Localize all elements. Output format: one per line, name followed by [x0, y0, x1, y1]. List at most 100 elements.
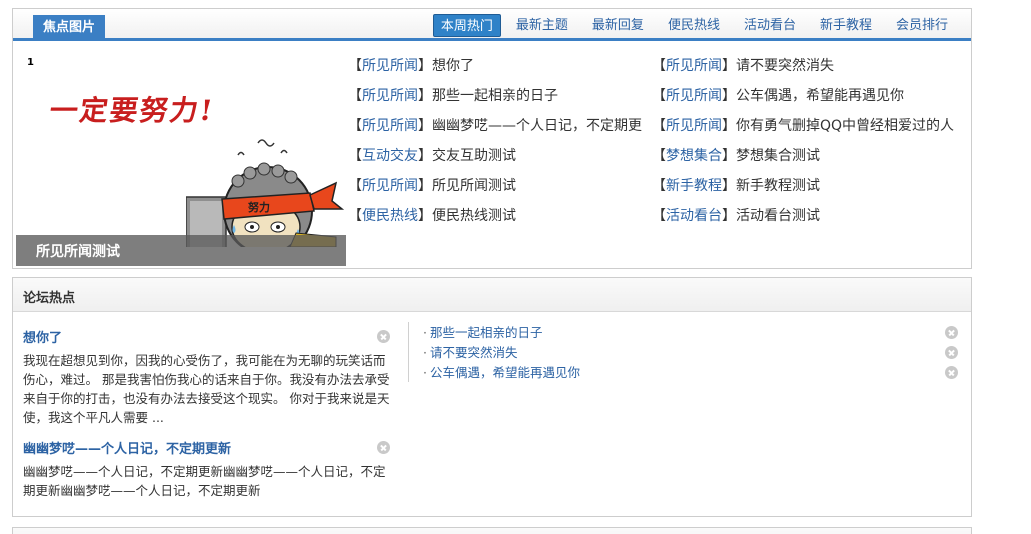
close-icon[interactable] — [377, 330, 390, 343]
bracket-open: 【 — [652, 58, 666, 74]
topic-link[interactable]: 想你了 — [432, 58, 474, 74]
bracket-close: 】 — [722, 58, 736, 74]
bracket-open: 【 — [348, 118, 362, 134]
column-divider — [408, 322, 409, 382]
tab-member-ranking[interactable]: 会员排行 — [887, 14, 957, 37]
close-icon[interactable] — [945, 366, 958, 379]
hot-article-summary: 幽幽梦呓——个人日记，不定期更新幽幽梦呓——个人日记，不定期更新幽幽梦呓——个人… — [23, 464, 386, 498]
topic-link[interactable]: 那些一起相亲的日子 — [432, 88, 558, 104]
category-link[interactable]: 所见所闻 — [666, 58, 722, 74]
category-link[interactable]: 便民热线 — [362, 208, 418, 224]
list-item: 【所见所闻】你有勇气删掉QQ中曾经相爱过的人 — [652, 116, 954, 146]
hot-link[interactable]: 那些一起相亲的日子 — [430, 325, 543, 340]
hot-article-title[interactable]: 幽幽梦呓——个人日记，不定期更新 — [23, 440, 393, 460]
close-icon[interactable] — [377, 441, 390, 454]
list-item: 【互动交友】交友互助测试 — [348, 146, 642, 176]
focus-panel: 焦点图片 本周热门 最新主题 最新回复 便民热线 活动看台 新手教程 会员排行 … — [12, 8, 972, 269]
category-link[interactable]: 所见所闻 — [666, 88, 722, 104]
list-item: · 请不要突然消失 — [423, 343, 968, 363]
slide-number[interactable]: 1 — [27, 57, 34, 68]
list-item: 【所见所闻】公车偶遇，希望能再遇见你 — [652, 86, 954, 116]
bracket-close: 】 — [722, 148, 736, 164]
forum-hot-header: 论坛热点 — [13, 278, 971, 312]
topic-link[interactable]: 交友互助测试 — [432, 148, 516, 164]
focus-list-left: 【所见所闻】想你了 【所见所闻】那些一起相亲的日子 【所见所闻】幽幽梦呓——个人… — [348, 56, 642, 236]
bracket-close: 】 — [418, 58, 432, 74]
bracket-open: 【 — [348, 88, 362, 104]
list-item: 【新手教程】新手教程测试 — [652, 176, 954, 206]
tab-tutorials[interactable]: 新手教程 — [811, 14, 881, 37]
list-item: 【所见所闻】幽幽梦呓——个人日记，不定期更 — [348, 116, 642, 146]
close-icon[interactable] — [945, 326, 958, 339]
tab-weekly-hot[interactable]: 本周热门 — [432, 14, 501, 37]
category-link[interactable]: 梦想集合 — [666, 148, 722, 164]
bracket-close: 】 — [722, 88, 736, 104]
bracket-close: 】 — [722, 178, 736, 194]
category-link[interactable]: 所见所闻 — [362, 58, 418, 74]
category-link[interactable]: 所见所闻 — [362, 88, 418, 104]
hot-link[interactable]: 公车偶遇，希望能再遇见你 — [430, 365, 580, 380]
hot-article: 幽幽梦呓——个人日记，不定期更新 幽幽梦呓——个人日记，不定期更新幽幽梦呓——个… — [23, 440, 393, 500]
list-item: 【所见所闻】那些一起相亲的日子 — [348, 86, 642, 116]
tab-events[interactable]: 活动看台 — [735, 14, 805, 37]
forum-hot-panel: 论坛热点 想你了 我现在超想见到你，因我的心受伤了，我可能在为无聊的玩笑话而伤心… — [12, 277, 972, 517]
bracket-open: 【 — [652, 118, 666, 134]
topic-link[interactable]: 新手教程测试 — [736, 178, 820, 194]
topic-link[interactable]: 便民热线测试 — [432, 208, 516, 224]
bracket-close: 】 — [418, 88, 432, 104]
hot-article-summary: 我现在超想见到你，因我的心受伤了，我可能在为无聊的玩笑话而伤心，难过。 那是我害… — [23, 353, 390, 425]
category-link[interactable]: 活动看台 — [666, 208, 722, 224]
category-link[interactable]: 所见所闻 — [666, 118, 722, 134]
topic-link[interactable]: 幽幽梦呓——个人日记，不定期更 — [432, 118, 642, 134]
focus-tabs: 本周热门 最新主题 最新回复 便民热线 活动看台 新手教程 会员排行 — [427, 14, 957, 37]
category-link[interactable]: 所见所闻 — [362, 178, 418, 194]
topic-link[interactable]: 公车偶遇，希望能再遇见你 — [736, 88, 904, 104]
list-item: · 公车偶遇，希望能再遇见你 — [423, 363, 968, 383]
bracket-open: 【 — [348, 148, 362, 164]
tab-latest-replies[interactable]: 最新回复 — [583, 14, 653, 37]
bracket-open: 【 — [652, 208, 666, 224]
category-link[interactable]: 互动交友 — [362, 148, 418, 164]
hot-article: 想你了 我现在超想见到你，因我的心受伤了，我可能在为无聊的玩笑话而伤心，难过。 … — [23, 329, 393, 427]
next-panel-header — [12, 527, 972, 534]
hot-link[interactable]: 请不要突然消失 — [430, 345, 518, 360]
hot-article-title[interactable]: 想你了 — [23, 329, 393, 349]
list-item: 【活动看台】活动看台测试 — [652, 206, 954, 236]
topic-link[interactable]: 所见所闻测试 — [432, 178, 516, 194]
bracket-close: 】 — [418, 178, 432, 194]
bracket-close: 】 — [418, 118, 432, 134]
topic-link[interactable]: 活动看台测试 — [736, 208, 820, 224]
bracket-open: 【 — [348, 178, 362, 194]
bracket-open: 【 — [652, 178, 666, 194]
bracket-close: 】 — [722, 208, 736, 224]
hot-link-list: · 那些一起相亲的日子 · 请不要突然消失 · 公车偶遇，希望能再遇见你 — [423, 323, 968, 383]
close-icon[interactable] — [945, 346, 958, 359]
bracket-close: 】 — [722, 118, 736, 134]
list-item: · 那些一起相亲的日子 — [423, 323, 968, 343]
list-item: 【所见所闻】所见所闻测试 — [348, 176, 642, 206]
category-link[interactable]: 所见所闻 — [362, 118, 418, 134]
topic-link[interactable]: 梦想集合测试 — [736, 148, 820, 164]
bullet: · — [423, 325, 427, 340]
topic-link[interactable]: 你有勇气删掉QQ中曾经相爱过的人 — [736, 118, 954, 134]
slide-caption-text[interactable]: 所见所闻测试 — [36, 241, 120, 261]
focus-title: 焦点图片 — [33, 15, 105, 41]
bracket-close: 】 — [418, 208, 432, 224]
tab-hotline[interactable]: 便民热线 — [659, 14, 729, 37]
list-item: 【所见所闻】想你了 — [348, 56, 642, 86]
bracket-open: 【 — [652, 148, 666, 164]
list-item: 【梦想集合】梦想集合测试 — [652, 146, 954, 176]
cartoon-figure-illustration: 努力 — [186, 139, 345, 247]
slide-caption[interactable]: 所见所闻测试 — [16, 235, 346, 266]
bracket-open: 【 — [348, 208, 362, 224]
focus-list-right: 【所见所闻】请不要突然消失 【所见所闻】公车偶遇，希望能再遇见你 【所见所闻】你… — [652, 56, 954, 236]
category-link[interactable]: 新手教程 — [666, 178, 722, 194]
headband-text: 努力 — [248, 200, 270, 214]
bullet: · — [423, 365, 427, 380]
bullet: · — [423, 345, 427, 360]
tab-latest-topics[interactable]: 最新主题 — [507, 14, 577, 37]
focus-header: 焦点图片 本周热门 最新主题 最新回复 便民热线 活动看台 新手教程 会员排行 — [13, 9, 971, 41]
focus-slide-image[interactable]: 1 一定要努力! 努力 所见所闻测试 — [16, 49, 346, 266]
bracket-close: 】 — [418, 148, 432, 164]
topic-link[interactable]: 请不要突然消失 — [736, 58, 834, 74]
